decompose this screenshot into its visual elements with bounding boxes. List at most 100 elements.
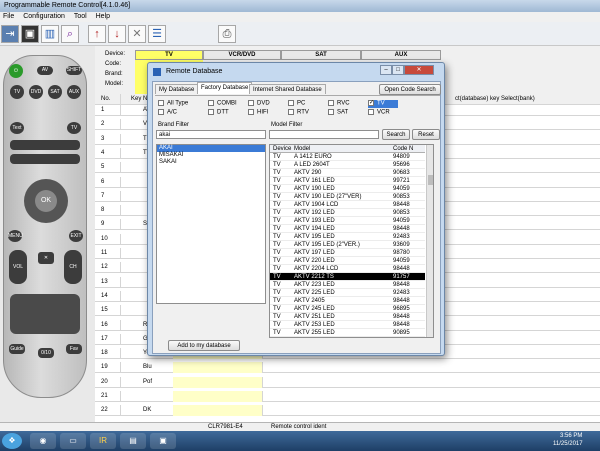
remote-key-ok[interactable]: OK	[35, 190, 57, 212]
type-checkbox[interactable]: DTT	[208, 109, 229, 117]
checkbox-box[interactable]	[328, 109, 334, 115]
remote-key-sat[interactable]: SAT	[48, 85, 62, 99]
reset-button[interactable]: Reset	[412, 129, 440, 140]
type-checkbox[interactable]: SAT	[328, 109, 348, 117]
model-row[interactable]: TV AKTV 2405 98448	[270, 297, 425, 305]
grid-row[interactable]: 19 Blu	[95, 362, 600, 374]
remote-icon[interactable]: ▣	[21, 25, 39, 43]
maximize-icon[interactable]: □	[392, 65, 404, 75]
remote-key-dvd[interactable]: DVD	[29, 85, 43, 99]
brand-list-item[interactable]: MISAKAI	[157, 152, 265, 159]
model-row[interactable]: TV AKTV 195 LED 92483	[270, 233, 425, 241]
search-button[interactable]: Search	[382, 129, 410, 140]
remote-key-menu[interactable]: MENU	[8, 230, 23, 242]
checkbox-box[interactable]	[208, 109, 214, 115]
model-row[interactable]: TV AKTV 251 LED 98448	[270, 313, 425, 321]
grid-row[interactable]: 22 DK	[95, 405, 600, 417]
checkbox-box[interactable]	[328, 100, 334, 106]
model-row[interactable]: TV AKTV 220 LED 94059	[270, 257, 425, 265]
model-row[interactable]: TV A LED 2604T 95696	[270, 161, 425, 169]
menu-tool[interactable]: Tool	[74, 13, 87, 20]
remote-key-0-10[interactable]: 0/10	[38, 348, 54, 358]
grid-row-value[interactable]	[173, 362, 263, 374]
tab-internet-shared-database[interactable]: Internet Shared Database	[249, 84, 326, 94]
type-checkbox[interactable]: DVD	[248, 100, 270, 108]
firefox-icon[interactable]: ◉	[30, 433, 56, 449]
delete-icon[interactable]: ✕	[128, 25, 146, 43]
model-row[interactable]: TV AKTV 194 LED 98448	[270, 225, 425, 233]
menu-file[interactable]: File	[3, 13, 14, 20]
add-to-my-database-button[interactable]: Add to my database	[168, 340, 240, 351]
tab-factory-database[interactable]: Factory Database	[197, 82, 253, 94]
checkbox-box[interactable]	[208, 100, 214, 106]
model-row[interactable]: TV AKTV 193 LED 94059	[270, 217, 425, 225]
power-icon[interactable]: ⏻	[9, 64, 23, 78]
menu-configuration[interactable]: Configuration	[23, 13, 65, 20]
model-row[interactable]: TV AKTV 253 LED 98448	[270, 321, 425, 329]
model-row[interactable]: TV AKTV 192 LED 90853	[270, 209, 425, 217]
remote-key-shift[interactable]: SHIFT	[66, 66, 82, 75]
checkbox-box[interactable]	[288, 100, 294, 106]
model-row[interactable]: TV AKTV 197 LED 98780	[270, 249, 425, 257]
checkbox-box[interactable]	[248, 100, 254, 106]
search-icon[interactable]: ⌕	[61, 25, 79, 43]
type-checkbox[interactable]: VCR	[368, 109, 390, 117]
model-filter-input[interactable]	[269, 130, 379, 139]
model-row[interactable]: TV AKTV 2204 LCD 98448	[270, 265, 425, 273]
list-icon[interactable]: ☰	[148, 25, 166, 43]
remote-key-exit[interactable]: EXIT	[69, 230, 83, 242]
app2-icon[interactable]: ▤	[120, 433, 146, 449]
number-pad[interactable]	[10, 294, 80, 334]
checkbox-box[interactable]	[288, 109, 294, 115]
type-checkbox[interactable]: A/C	[158, 109, 177, 117]
model-row[interactable]: TV AKTV 225 LED 92483	[270, 289, 425, 297]
explorer-icon[interactable]: ▭	[60, 433, 86, 449]
type-checkbox[interactable]: All Type	[158, 100, 188, 108]
model-table[interactable]: TV AKTV 255 LED 90895 TV AKTV 253 LED 98448 TV…	[269, 144, 434, 338]
model-row[interactable]: TV A 1412 EURO 94809	[270, 153, 425, 161]
tab-aux[interactable]: AUX	[361, 50, 441, 60]
checkbox-box[interactable]	[248, 109, 254, 115]
model-scrollbar[interactable]	[426, 145, 433, 337]
checkbox-box[interactable]	[158, 100, 164, 106]
model-row[interactable]: TV AKTV 290 90683	[270, 169, 425, 177]
type-checkbox[interactable]: ✓ TV	[368, 100, 398, 108]
mute-icon[interactable]: ✕	[38, 252, 54, 264]
remote-key-fav[interactable]: Fav	[66, 344, 82, 354]
model-row[interactable]: TV AKTV 223 LED 98448	[270, 281, 425, 289]
remote-row-2[interactable]	[10, 154, 80, 164]
tab-tv[interactable]: TV	[135, 50, 203, 60]
open-code-search-button[interactable]: Open Code Search	[379, 84, 441, 95]
model-row[interactable]: TV AKTV 245 LED 96895	[270, 305, 425, 313]
minimize-icon[interactable]: –	[380, 65, 392, 75]
connect-icon[interactable]: ⇥	[1, 25, 19, 43]
model-row[interactable]: TV AKTV 255 LED 90895	[270, 329, 425, 337]
database-icon[interactable]: ▥	[41, 25, 59, 43]
model-row[interactable]: TV AKTV 190 LED (27"VER) 90853	[270, 193, 425, 201]
type-checkbox[interactable]: COMBI	[208, 100, 237, 108]
remote-key-tv2[interactable]: TV	[67, 122, 81, 134]
remote-key-aux[interactable]: AUX	[67, 85, 81, 99]
remote-key-vol[interactable]: VOL	[9, 250, 27, 284]
checkbox-box[interactable]	[368, 109, 374, 115]
type-checkbox[interactable]: RVC	[328, 100, 350, 108]
checkbox-box[interactable]	[158, 109, 164, 115]
brand-list-item[interactable]: SAKAI	[157, 159, 265, 166]
brand-list[interactable]: AKAI MISAKAI SAKAI	[156, 144, 266, 304]
download-icon[interactable]: ↓	[108, 25, 126, 43]
grid-row-value[interactable]	[173, 391, 263, 402]
model-row[interactable]: TV AKTV 1904 LCD 98448	[270, 201, 425, 209]
scroll-thumb[interactable]	[428, 175, 433, 185]
remote-key-guide[interactable]: Guide	[9, 344, 25, 354]
tab-my-database[interactable]: My Database	[155, 84, 199, 94]
brand-list-item[interactable]: AKAI	[157, 145, 265, 152]
grid-row-value[interactable]	[173, 405, 263, 417]
type-checkbox[interactable]: HIFI	[248, 109, 268, 117]
close-icon[interactable]: ✕	[404, 65, 434, 75]
remote-key-text[interactable]: Text	[10, 122, 24, 134]
app3-icon[interactable]: ▣	[150, 433, 176, 449]
checkbox-box[interactable]: ✓	[368, 100, 374, 106]
remote-key-tv[interactable]: TV	[10, 85, 24, 99]
model-row[interactable]: TV AKTV 161 LED 99721	[270, 177, 425, 185]
remote-row-1[interactable]	[10, 140, 80, 150]
